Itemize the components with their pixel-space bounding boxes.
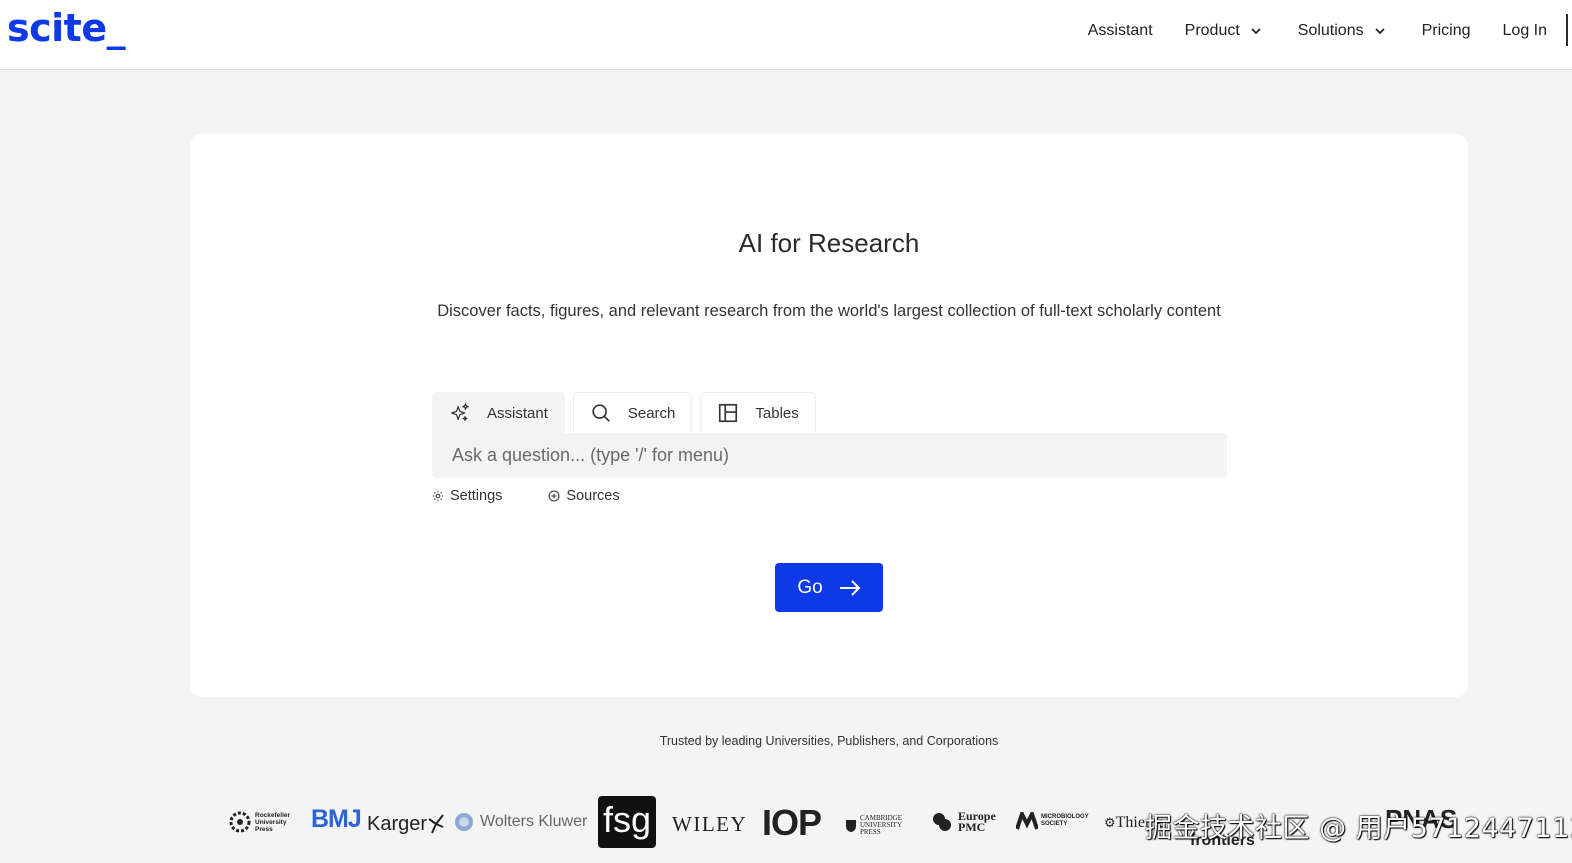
sources-label: Sources [566,488,620,504]
nav-pricing[interactable]: Pricing [1422,22,1471,40]
chevron-down-icon [1374,28,1385,35]
nav-solutions-label: Solutions [1297,22,1364,39]
table-icon [719,403,738,423]
logo-rockefeller: Rockefeller University Press [228,810,295,834]
settings-button[interactable]: Settings [432,488,502,504]
go-label: Go [797,576,823,598]
logo-karger: Karger [367,813,445,836]
sources-button[interactable]: Sources [548,488,620,504]
logo-cambridge: CAMBRIDGE UNIVERSITY PRESS [845,815,916,836]
nav-solutions[interactable]: Solutions [1298,22,1386,40]
cambridge-text: CAMBRIDGE UNIVERSITY PRESS [860,814,903,836]
europe-pmc-mark-icon [933,813,951,831]
nav-product-label: Product [1184,22,1240,39]
nav-pricing-label: Pricing [1421,22,1471,39]
thieme-emblem-icon: ⚙ [1104,815,1116,830]
nav-product[interactable]: Product [1185,22,1262,40]
logo-iop: IOP [762,802,822,843]
plus-circle-icon [548,490,560,502]
tab-search[interactable]: Search [572,392,693,433]
karger-text: Karger [367,813,428,835]
tab-assistant[interactable]: Assistant [432,392,565,433]
logo-wolters-kluwer: Wolters Kluwer [454,812,587,832]
mode-tabs: Assistant Search Tables [432,392,824,433]
rockefeller-emblem-icon [229,811,251,833]
chevron-down-icon [1251,28,1261,35]
query-options: Settings Sources [432,488,620,504]
trusted-by-text: Trusted by leading Universities, Publish… [659,734,999,748]
sparkles-icon [451,403,469,421]
go-button[interactable]: Go [775,563,883,612]
nav-assistant[interactable]: Assistant [1088,22,1153,40]
watermark-overlay: 掘金技术社区 @ 用户5712447112613 [1145,813,1572,844]
karger-mark-icon [428,814,444,834]
logo-wiley: WILEY [672,812,748,836]
nav-edge-divider [1566,14,1568,46]
logo-bmj: BMJ [311,805,362,833]
europe-pmc-text: Europe PMC [958,809,996,834]
wolters-text: Wolters Kluwer [480,813,588,830]
logo-microbiology: MICROBIOLOGY SOCIETY [1016,812,1091,830]
nav-assistant-label: Assistant [1087,22,1153,39]
tab-assistant-label: Assistant [487,404,548,422]
rockefeller-text: Rockefeller University Press [255,811,291,833]
microbiology-text: MICROBIOLOGY SOCIETY [1041,814,1089,827]
logo-fsg: fsg [598,796,656,848]
tab-tables-label: Tables [755,404,799,422]
scite-logo[interactable]: scite_ [7,6,126,50]
cambridge-shield-icon [846,819,856,832]
hero-card: AI for Research Discover facts, figures,… [190,134,1468,697]
query-input[interactable] [432,433,1227,478]
microbiology-m-icon [1016,812,1038,830]
nav-login[interactable]: Log In [1503,22,1547,40]
nav-login-label: Log In [1502,22,1547,39]
tab-tables[interactable]: Tables [700,392,816,433]
tab-search-label: Search [627,404,676,422]
arrow-right-icon [839,579,861,596]
main-nav: Assistant Product Solutions Pricing Log … [1088,0,1572,62]
page-subtitle: Discover facts, figures, and relevant re… [437,302,1221,320]
page-title: AI for Research [738,228,920,258]
gear-icon [432,490,444,502]
wolters-globe-icon [455,813,473,831]
top-navbar: scite_ Assistant Product Solutions Prici… [0,0,1572,70]
settings-label: Settings [450,488,503,504]
logo-europe-pmc: Europe PMC [930,810,1002,834]
search-icon [592,404,610,422]
